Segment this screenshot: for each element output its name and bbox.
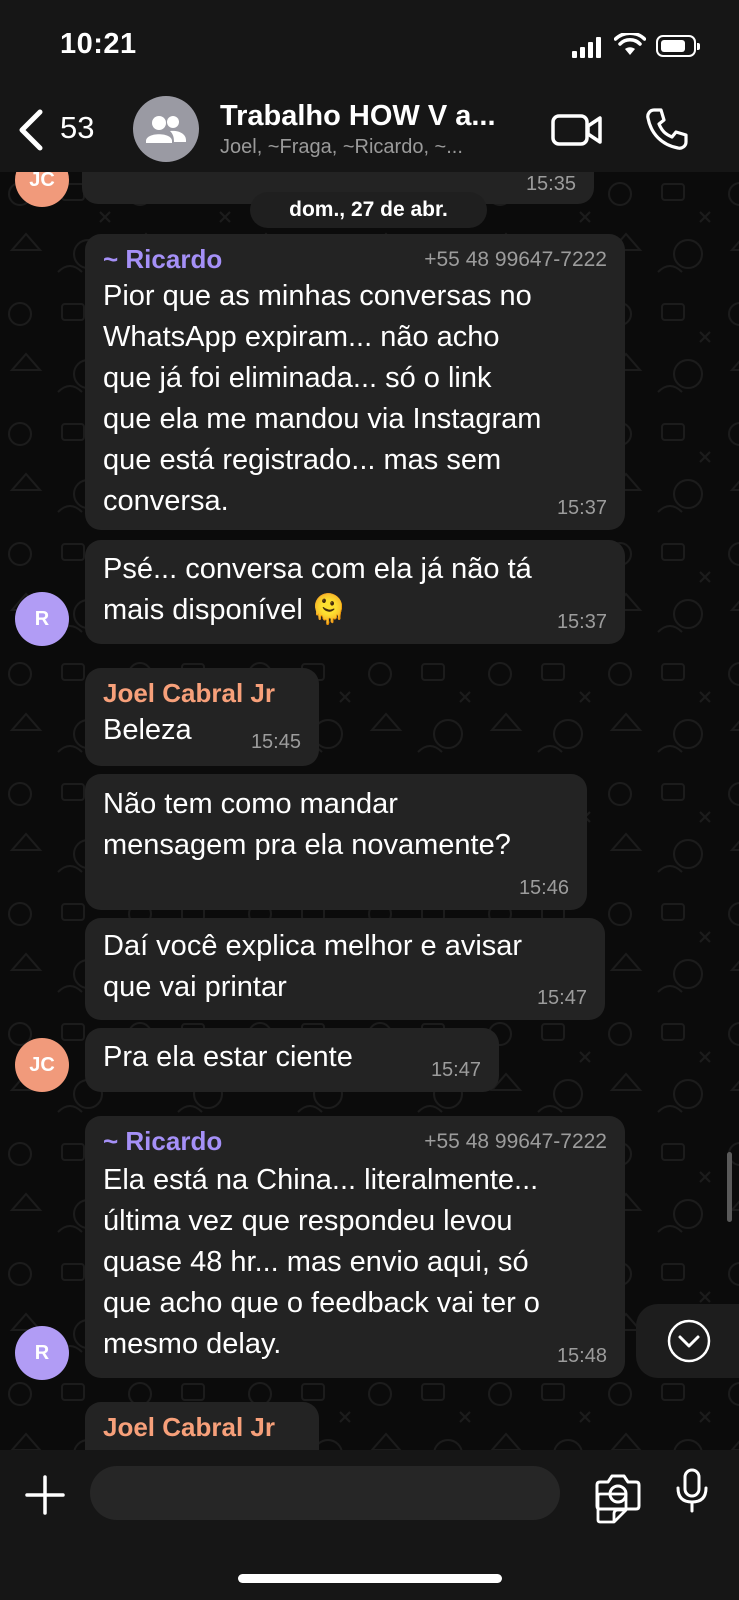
- message-line: conversa.: [103, 485, 229, 517]
- message-bubble[interactable]: ~ Ricardo +55 48 99647-7222 Pior que as …: [85, 234, 625, 530]
- sender-name[interactable]: ~ Ricardo: [103, 244, 222, 275]
- message-list[interactable]: 15:35 JC dom., 27 de abr. ~ Ricardo +55 …: [0, 172, 739, 1450]
- wifi-icon: [614, 33, 646, 55]
- group-people-icon: [146, 116, 186, 143]
- message-line: que já foi eliminada... só o link: [103, 362, 492, 394]
- message-line: WhatsApp expiram... não acho: [103, 321, 500, 353]
- message-line: mais disponível 🫠: [103, 594, 348, 626]
- message-time: 15:37: [556, 497, 607, 519]
- message-line: mesmo delay.: [103, 1328, 282, 1360]
- back-chevron-icon[interactable]: [14, 108, 50, 152]
- message-line: Beleza: [103, 714, 192, 746]
- message-input-container[interactable]: [90, 1466, 628, 1524]
- chat-members[interactable]: Joel, ~Fraga, ~Ricardo, ~...: [220, 136, 463, 159]
- composer-bar: [0, 1450, 739, 1600]
- message-line: Pra ela estar ciente: [103, 1041, 353, 1073]
- message-line: Psé... conversa com ela já não tá: [103, 553, 532, 585]
- message-line: que está registrado... mas sem: [103, 444, 502, 476]
- sender-phone: +55 48 99647-7222: [424, 1130, 607, 1153]
- message-bubble[interactable]: Não tem como mandar mensagem pra ela nov…: [85, 774, 587, 910]
- camera-icon[interactable]: [594, 1472, 642, 1512]
- chevron-down-circle-icon: [667, 1319, 711, 1363]
- unread-count[interactable]: 53: [60, 110, 94, 146]
- message-line: Não tem como mandar: [103, 788, 398, 820]
- message-bubble[interactable]: Pra ela estar ciente 15:47: [85, 1028, 499, 1092]
- avatar[interactable]: JC: [15, 1038, 69, 1092]
- message-time: 15:47: [430, 1059, 481, 1081]
- avatar[interactable]: R: [15, 592, 69, 646]
- message-line: última vez que respondeu levou: [103, 1205, 513, 1237]
- status-time: 10:21: [60, 28, 137, 60]
- microphone-icon[interactable]: [674, 1468, 710, 1514]
- sender-name[interactable]: Joel Cabral Jr: [103, 678, 275, 709]
- battery-icon: [656, 35, 700, 57]
- message-bubble[interactable]: Psé... conversa com ela já não tá mais d…: [85, 540, 625, 644]
- message-input[interactable]: [110, 1466, 474, 1522]
- message-line: que acho que o feedback vai ter o: [103, 1287, 540, 1319]
- status-bar: 10:21: [0, 0, 739, 90]
- message-bubble[interactable]: Daí você explica melhor e avisar que vai…: [85, 918, 605, 1020]
- message-line: quase 48 hr... mas envio aqui, só: [103, 1246, 529, 1278]
- message-time: 15:46: [518, 877, 569, 899]
- message-time: 15:47: [536, 987, 587, 1009]
- phone-call-icon[interactable]: [644, 106, 690, 152]
- video-call-icon[interactable]: [551, 110, 603, 150]
- message-line: mensagem pra ela novamente?: [103, 829, 511, 861]
- home-indicator: [238, 1574, 502, 1583]
- plus-icon[interactable]: [24, 1474, 66, 1516]
- chat-title[interactable]: Trabalho HOW V a...: [220, 100, 496, 133]
- scrollbar[interactable]: [727, 1152, 732, 1222]
- message-time: 15:45: [250, 731, 301, 753]
- chat-header: 53 Trabalho HOW V a... Joel, ~Fraga, ~Ri…: [0, 90, 739, 172]
- sender-phone: +55 48 99647-7222: [424, 248, 607, 271]
- message-bubble[interactable]: Joel Cabral Jr: [85, 1402, 319, 1450]
- message-bubble[interactable]: ~ Ricardo +55 48 99647-7222 Ela está na …: [85, 1116, 625, 1378]
- cellular-signal-icon: [572, 36, 606, 58]
- message-line: que vai printar: [103, 971, 287, 1003]
- date-separator: dom., 27 de abr.: [250, 192, 487, 228]
- message-line: Ela está na China... literalmente...: [103, 1164, 539, 1196]
- scroll-to-bottom-button[interactable]: [636, 1304, 739, 1378]
- message-time: 15:37: [556, 611, 607, 633]
- group-avatar[interactable]: [133, 96, 199, 162]
- message-line: Daí você explica melhor e avisar: [103, 930, 523, 962]
- avatar[interactable]: R: [15, 1326, 69, 1380]
- sender-name[interactable]: ~ Ricardo: [103, 1126, 222, 1157]
- message-line: Pior que as minhas conversas no: [103, 280, 532, 312]
- message-time: 15:48: [556, 1345, 607, 1367]
- message-time: 15:35: [525, 173, 576, 195]
- sender-name[interactable]: Joel Cabral Jr: [103, 1412, 275, 1443]
- message-bubble[interactable]: Joel Cabral Jr Beleza 15:45: [85, 668, 319, 766]
- message-line: que ela me mandou via Instagram: [103, 403, 542, 435]
